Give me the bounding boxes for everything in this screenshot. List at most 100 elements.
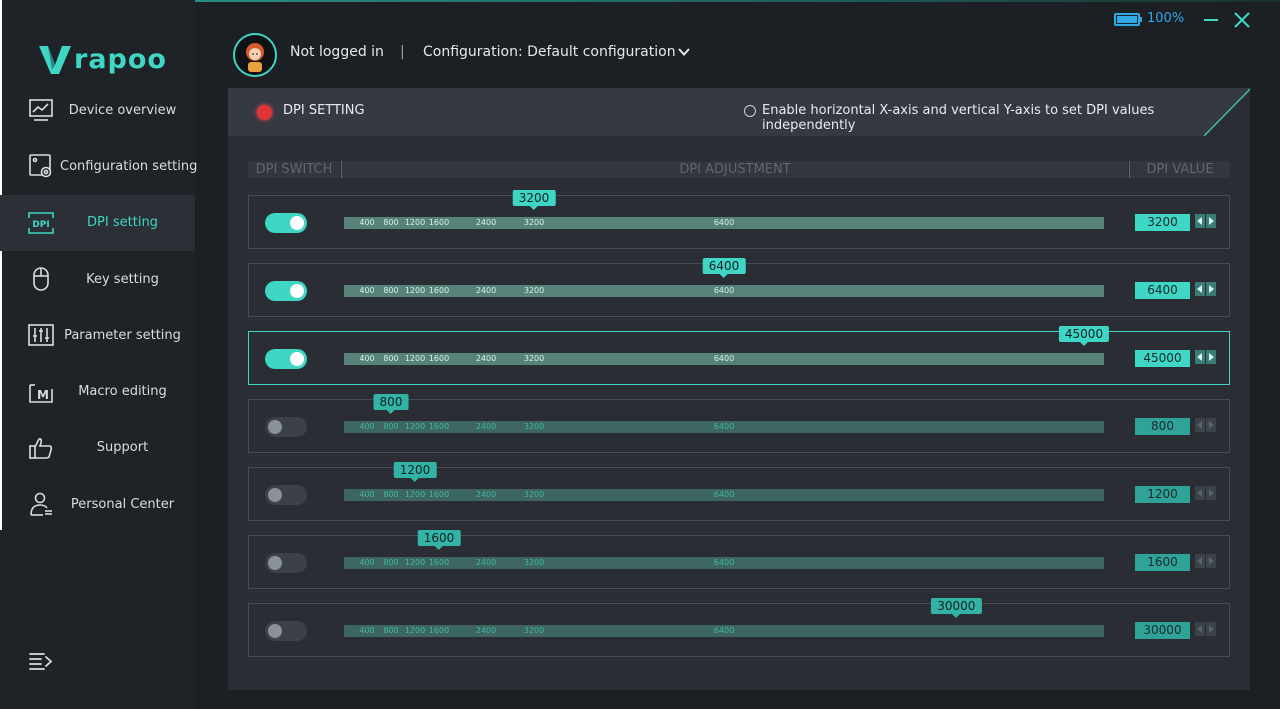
dpi-row[interactable]: 400 800 1200 1600 2400 3200 6400 3200 3200: [248, 190, 1230, 249]
increase-arrow-icon[interactable]: [1206, 418, 1216, 432]
close-icon[interactable]: [1233, 11, 1251, 29]
dpi-tick-label: 400: [359, 558, 375, 567]
decrease-arrow-icon[interactable]: [1195, 486, 1205, 500]
sidebar-item-macro-editing[interactable]: M Macro editing: [0, 363, 195, 419]
sidebar-item-support[interactable]: Support: [0, 420, 195, 476]
dpi-slider-thumb[interactable]: 6400: [702, 258, 746, 278]
increase-arrow-icon[interactable]: [1206, 554, 1216, 568]
dpi-row[interactable]: 400 800 1200 1600 2400 3200 6400 30000 30000: [248, 598, 1230, 657]
dpi-tick-label: 2400: [475, 218, 497, 227]
sidebar-item-parameter-setting[interactable]: Parameter setting: [0, 307, 195, 363]
decrease-arrow-icon[interactable]: [1195, 214, 1205, 228]
dpi-value-field[interactable]: 30000: [1135, 622, 1190, 639]
dpi-slider-thumb[interactable]: 30000: [931, 598, 982, 618]
dpi-tick-label: 800: [383, 626, 399, 635]
config-gear-icon: [27, 152, 55, 180]
header-separator: |: [400, 44, 405, 60]
increase-arrow-icon[interactable]: [1206, 214, 1216, 228]
dpi-slider-thumb[interactable]: 1200: [393, 462, 437, 482]
dpi-value-field[interactable]: 6400: [1135, 282, 1190, 299]
dpi-stepper: [1195, 622, 1216, 636]
avatar[interactable]: [233, 33, 277, 77]
battery-level: [1117, 16, 1137, 23]
dpi-tick-label: 2400: [475, 286, 497, 295]
dpi-tick-label: 400: [359, 286, 375, 295]
dpi-value-field[interactable]: 800: [1135, 418, 1190, 435]
brand-logo-text: rapoo: [74, 43, 167, 75]
decrease-arrow-icon[interactable]: [1195, 418, 1205, 432]
login-status[interactable]: Not logged in: [290, 44, 384, 60]
app-window: rapoo Device overview Configuration setti…: [0, 0, 1280, 709]
decrease-arrow-icon[interactable]: [1195, 350, 1205, 364]
svg-text:DPI: DPI: [32, 220, 49, 230]
rapoo-logo-icon: [39, 46, 71, 74]
dpi-value-field[interactable]: 1200: [1135, 486, 1190, 503]
chevron-down-icon[interactable]: [676, 44, 692, 60]
panel-title: DPI SETTING: [283, 103, 365, 118]
sidebar-item-personal-center[interactable]: Personal Center: [0, 476, 195, 532]
dpi-tick-label: 1600: [428, 558, 450, 567]
sliders-icon: [27, 321, 55, 349]
dpi-switch-toggle[interactable]: [265, 417, 307, 437]
increase-arrow-icon[interactable]: [1206, 282, 1216, 296]
increase-arrow-icon[interactable]: [1206, 350, 1216, 364]
configuration-selector[interactable]: Configuration: Default configuration: [423, 44, 676, 60]
dpi-switch-toggle[interactable]: [265, 349, 307, 369]
dpi-switch-toggle[interactable]: [265, 213, 307, 233]
dpi-tick-label: 800: [383, 422, 399, 431]
dpi-row[interactable]: 400 800 1200 1600 2400 3200 6400 1600 1600: [248, 530, 1230, 589]
dpi-slider-track[interactable]: 400 800 1200 1600 2400 3200 6400 3200: [344, 190, 1104, 229]
dpi-slider-thumb[interactable]: 800: [373, 394, 409, 414]
decrease-arrow-icon[interactable]: [1195, 554, 1205, 568]
sidebar-item-label: Parameter setting: [64, 327, 181, 343]
dpi-tick-label: 6400: [713, 286, 735, 295]
increase-arrow-icon[interactable]: [1206, 622, 1216, 636]
minimize-button[interactable]: [1204, 19, 1218, 21]
dpi-slider-thumb[interactable]: 3200: [512, 190, 556, 210]
dpi-slider-track[interactable]: 400 800 1200 1600 2400 3200 6400 800: [344, 394, 1104, 433]
dpi-tick-label: 3200: [523, 490, 545, 499]
dpi-value-field[interactable]: 3200: [1135, 214, 1190, 231]
dpi-icon: DPI: [27, 209, 55, 237]
dpi-switch-toggle[interactable]: [265, 485, 307, 505]
dpi-tick-label: 400: [359, 422, 375, 431]
dpi-value-field[interactable]: 45000: [1135, 350, 1190, 367]
macro-icon: M: [27, 378, 55, 406]
dpi-switch-toggle[interactable]: [265, 281, 307, 301]
dpi-tick-label: 2400: [475, 354, 497, 363]
dpi-tick-label: 1200: [404, 286, 426, 295]
dpi-slider-track[interactable]: 400 800 1200 1600 2400 3200 6400 45000: [344, 326, 1110, 365]
dpi-slider-track[interactable]: 400 800 1200 1600 2400 3200 6400 1200: [344, 462, 1104, 501]
dpi-switch-toggle[interactable]: [265, 621, 307, 641]
dpi-tick-label: 800: [383, 490, 399, 499]
dpi-tick-label: 1200: [404, 422, 426, 431]
dpi-tick-label: 3200: [523, 626, 545, 635]
user-icon: [27, 490, 55, 518]
dpi-row[interactable]: 400 800 1200 1600 2400 3200 6400 45000 45000: [248, 326, 1230, 385]
dpi-tick-label: 2400: [475, 558, 497, 567]
increase-arrow-icon[interactable]: [1206, 486, 1216, 500]
dpi-slider-thumb[interactable]: 45000: [1058, 326, 1110, 346]
dpi-row[interactable]: 400 800 1200 1600 2400 3200 6400 800 800: [248, 394, 1230, 453]
independent-xy-radio[interactable]: [744, 105, 756, 117]
independent-xy-label[interactable]: Enable horizontal X-axis and vertical Y-…: [762, 103, 1250, 133]
dpi-tick-label: 800: [383, 558, 399, 567]
dpi-switch-toggle[interactable]: [265, 553, 307, 573]
menu-collapse-icon[interactable]: [28, 650, 54, 674]
sidebar-item-device-overview[interactable]: Device overview: [0, 82, 195, 138]
dpi-slider-track[interactable]: 400 800 1200 1600 2400 3200 6400 1600: [344, 530, 1104, 569]
decrease-arrow-icon[interactable]: [1195, 282, 1205, 296]
sidebar-item-configuration-setting[interactable]: Configuration setting: [0, 138, 197, 194]
dpi-row[interactable]: 400 800 1200 1600 2400 3200 6400 1200 1200: [248, 462, 1230, 521]
dpi-value-field[interactable]: 1600: [1135, 554, 1190, 571]
sidebar-item-dpi-setting[interactable]: DPI DPI setting: [0, 194, 195, 251]
dpi-slider-track[interactable]: 400 800 1200 1600 2400 3200 6400 6400: [344, 258, 1104, 297]
dpi-row[interactable]: 400 800 1200 1600 2400 3200 6400 6400 6400: [248, 258, 1230, 317]
dpi-tick-label: 1600: [428, 218, 450, 227]
decrease-arrow-icon[interactable]: [1195, 622, 1205, 636]
sidebar-item-key-setting[interactable]: Key setting: [0, 251, 195, 307]
toggle-knob: [268, 556, 282, 570]
dpi-panel: DPI SETTING Enable horizontal X-axis and…: [228, 88, 1251, 690]
dpi-slider-track[interactable]: 400 800 1200 1600 2400 3200 6400 30000: [344, 598, 1104, 637]
dpi-slider-thumb[interactable]: 1600: [417, 530, 461, 550]
